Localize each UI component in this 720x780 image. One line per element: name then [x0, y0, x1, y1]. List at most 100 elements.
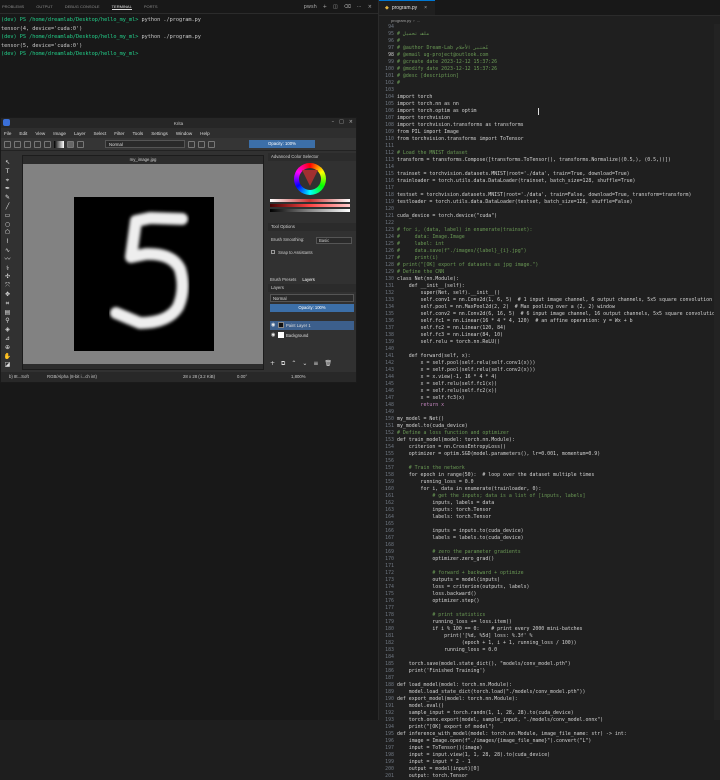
code-line[interactable]: 184	[379, 654, 720, 661]
code-line[interactable]: 171	[379, 563, 720, 570]
close-icon[interactable]: ×	[349, 119, 353, 125]
code-line[interactable]: 136 self.fc1 = nn.Linear(16 * 4 * 4, 120…	[379, 318, 720, 325]
menu-help[interactable]: Help	[200, 131, 209, 136]
vertical-scrollbar[interactable]	[714, 24, 720, 720]
code-line[interactable]: 183 running_loss = 0.0	[379, 647, 720, 654]
code-line[interactable]: 155 optimizer = optim.SGD(model.paramete…	[379, 451, 720, 458]
code-line[interactable]: 118 testset = torchvision.datasets.MNIST(…	[379, 192, 720, 199]
code-line[interactable]: 156	[379, 458, 720, 465]
code-line[interactable]: 187	[379, 675, 720, 682]
code-line[interactable]: 162 inputs, labels = data	[379, 500, 720, 507]
menu-settings[interactable]: Settings	[151, 131, 168, 136]
assistant-tool-icon[interactable]: ⊿	[5, 335, 10, 342]
split-terminal-icon[interactable]: ◫	[333, 4, 338, 10]
color-shade-bar[interactable]	[270, 204, 350, 207]
edit-shapes-tool-icon[interactable]: ⌖	[6, 177, 9, 184]
code-line[interactable]: 134 self.pool = nn.MaxPool2d(2, 2) # Max…	[379, 304, 720, 311]
redo-icon[interactable]	[44, 140, 51, 148]
opacity-slider[interactable]: Opacity: 100%	[249, 140, 315, 148]
dynamic-brush-tool-icon[interactable]: ⚕	[6, 265, 9, 272]
blend-mode-select[interactable]: Normal	[105, 140, 185, 148]
menu-select[interactable]: Select	[93, 131, 106, 136]
close-icon[interactable]: ×	[424, 5, 427, 11]
code-line[interactable]: 197 input = ToTensor()(image)	[379, 745, 720, 752]
code-line[interactable]: 195 def inference_with_model(model: torch…	[379, 731, 720, 738]
status-zoom[interactable]: 1,800%	[291, 372, 306, 382]
code-line[interactable]: 188 def load_model(model: torch.nn.Module…	[379, 682, 720, 689]
code-line[interactable]: 127 # print(i)	[379, 255, 720, 262]
panel-tab-output[interactable]: OUTPUT	[36, 4, 52, 9]
code-line[interactable]: 128 # print("[OK] export of datasets as j…	[379, 262, 720, 269]
code-line[interactable]: 144 x = x.view(-1, 16 * 4 * 4)	[379, 374, 720, 381]
menu-image[interactable]: Image	[53, 131, 66, 136]
pan-tool-icon[interactable]: ✋	[4, 353, 11, 360]
minimize-icon[interactable]: –	[332, 119, 335, 125]
code-line[interactable]: 186 print('Finished Training')	[379, 668, 720, 675]
color-picker-tool-icon[interactable]: ⚲	[5, 318, 9, 325]
code-line[interactable]: 190 def export_model(model: torch.nn.Modu…	[379, 696, 720, 703]
code-line[interactable]: 129 # Define the CNN	[379, 269, 720, 276]
code-line[interactable]: 149	[379, 409, 720, 416]
code-line[interactable]: 133 self.conv1 = nn.Conv2d(1, 6, 5) # 1 …	[379, 297, 720, 304]
code-line[interactable]: 111	[379, 143, 720, 150]
duplicate-layer-icon[interactable]: ⧉	[281, 360, 285, 368]
more-icon[interactable]: ⋯	[357, 4, 362, 10]
checkbox[interactable]	[271, 250, 275, 254]
menu-tools[interactable]: Tools	[132, 131, 143, 136]
bezier-tool-icon[interactable]: ∿	[5, 247, 10, 254]
code-line[interactable]: 126 # data.save(f"./images/{label}_{i}.jp…	[379, 248, 720, 255]
code-line[interactable]: 140	[379, 346, 720, 353]
code-line[interactable]: 148 return x	[379, 402, 720, 409]
brush-tool-icon[interactable]: ✎	[5, 194, 10, 201]
code-line[interactable]: 139 self.relu = torch.nn.ReLU()	[379, 339, 720, 346]
terminal-output[interactable]: (dev) PS /home/dreamlab/Desktop/hello_my…	[0, 14, 378, 61]
code-line[interactable]: 179 running_loss += loss.item()	[379, 619, 720, 626]
code-line[interactable]: 121 cuda_device = torch.device("cuda")	[379, 213, 720, 220]
code-line[interactable]: 176 optimizer.step()	[379, 598, 720, 605]
code-line[interactable]: 125 # label: int	[379, 241, 720, 248]
code-line[interactable]: 189 model.load_state_dict(torch.load("./…	[379, 689, 720, 696]
add-layer-icon[interactable]: +	[270, 360, 275, 368]
layer-row[interactable]: ◉ Paint Layer 1	[270, 321, 354, 330]
code-line[interactable]: 182 (epoch + 1, i + 1, running_loss / 10…	[379, 640, 720, 647]
foreground-background-color-icon[interactable]: ◪	[5, 362, 11, 369]
code-line[interactable]: 145 x = self.relu(self.fc1(x))	[379, 381, 720, 388]
breadcrumb-item[interactable]: ...	[417, 18, 420, 23]
polyline-tool-icon[interactable]: ⌇	[6, 238, 9, 245]
trash-icon[interactable]: ⌫	[344, 4, 351, 10]
code-line[interactable]: 160 for i, data in enumerate(trainloader…	[379, 486, 720, 493]
menu-view[interactable]: View	[35, 131, 45, 136]
code-line[interactable]: 103	[379, 87, 720, 94]
horizontal-scrollbar[interactable]	[23, 364, 263, 369]
eye-icon[interactable]: ◉	[271, 331, 275, 340]
move-tool-icon[interactable]: ✥	[5, 291, 10, 298]
code-line[interactable]: 132 super(Net, self).__init__()	[379, 290, 720, 297]
move-up-icon[interactable]: ⌃	[291, 360, 296, 368]
tab-brush-presets[interactable]: Brush Presets	[270, 276, 296, 284]
layer-properties-icon[interactable]: ≡	[313, 360, 318, 368]
code-line[interactable]: 173 outputs = model(inputs)	[379, 577, 720, 584]
code-line[interactable]: 135 self.conv2 = nn.Conv2d(6, 16, 5) # 6…	[379, 311, 720, 318]
code-line[interactable]: 163 inputs: torch.Tensor	[379, 507, 720, 514]
code-line[interactable]: 199 input = input * 2 - 1	[379, 759, 720, 766]
color-history-bar[interactable]	[270, 199, 350, 202]
code-line[interactable]: 143 x = self.pool(self.relu(self.conv2(x…	[379, 367, 720, 374]
menu-filter[interactable]: Filter	[114, 131, 124, 136]
code-line[interactable]: 123 # for i, (data, label) in enumerate(t…	[379, 227, 720, 234]
color-shade-bar[interactable]	[270, 209, 350, 212]
ellipse-tool-icon[interactable]: ○	[5, 221, 10, 228]
code-line[interactable]: 97 # @author Dream-Lab مُختبر الأحلام	[379, 45, 720, 52]
text-tool-icon[interactable]: T	[6, 168, 10, 175]
breadcrumb-item[interactable]: program.py	[391, 18, 411, 23]
code-line[interactable]: 98 # @email ug-project@outlook.com	[379, 52, 720, 59]
color-wheel[interactable]	[294, 163, 326, 195]
code-line[interactable]: 124 # data: Image.Image	[379, 234, 720, 241]
code-line[interactable]: 99 # @create date 2023-12-12 15:37:26	[379, 59, 720, 66]
menu-file[interactable]: File	[4, 131, 11, 136]
code-line[interactable]: 141 def forward(self, x):	[379, 353, 720, 360]
code-line[interactable]: 177	[379, 605, 720, 612]
krita-window[interactable]: Krita – □ × File Edit View Image Layer Select…	[0, 117, 357, 383]
code-line[interactable]: 96 #	[379, 38, 720, 45]
fill-tool-icon[interactable]: ◈	[5, 326, 10, 333]
polygon-tool-icon[interactable]: ⬠	[5, 230, 10, 237]
